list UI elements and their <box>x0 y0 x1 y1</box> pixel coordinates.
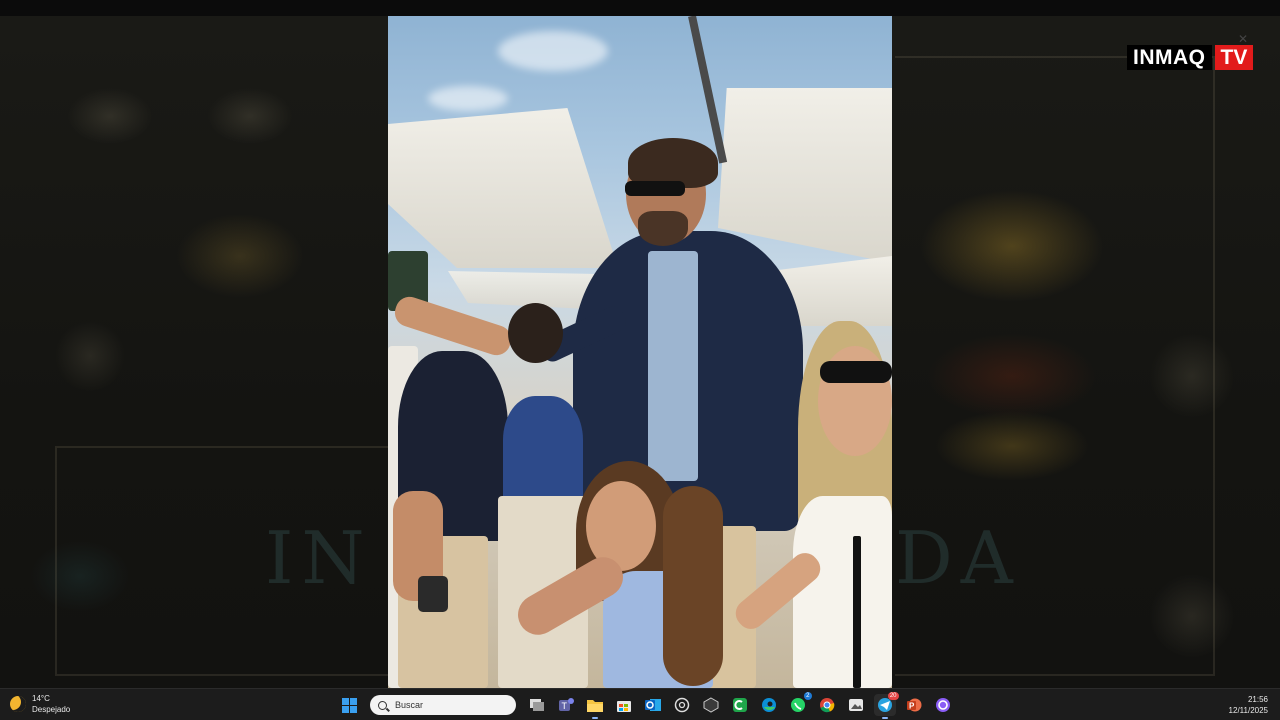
whatsapp-icon[interactable]: 2 <box>787 692 812 716</box>
search-placeholder: Buscar <box>395 700 424 710</box>
teams-icon[interactable]: T <box>555 694 577 716</box>
event-photo <box>388 16 892 688</box>
top-bar <box>0 0 1280 16</box>
telegram-badge: 20 <box>887 692 899 700</box>
moon-icon <box>10 696 26 712</box>
photo-app-icon[interactable] <box>845 694 867 716</box>
background-watermark-right: DA <box>895 516 1021 600</box>
logo-tv-text: TV <box>1214 45 1254 70</box>
logo-text: INMAQ <box>1127 45 1212 70</box>
outlook-icon[interactable] <box>642 694 664 716</box>
clock-time: 21:56 <box>1247 695 1268 704</box>
close-icon[interactable]: ✕ <box>1238 32 1248 46</box>
background-watermark-left: IN <box>265 516 373 600</box>
weather-widget[interactable]: 14°C Despejado <box>10 693 70 715</box>
search-box[interactable]: Buscar <box>370 695 516 715</box>
start-icon[interactable] <box>339 694 361 716</box>
circle-app-icon[interactable] <box>932 694 954 716</box>
powerpoint-icon[interactable]: P <box>903 694 925 716</box>
camtasia-icon[interactable] <box>729 694 751 716</box>
weather-temperature: 14°C <box>32 694 50 703</box>
clock-date: 12/11/2025 <box>1228 706 1268 715</box>
file-explorer-icon[interactable] <box>584 694 606 719</box>
weather-condition: Despejado <box>32 705 71 714</box>
system-clock[interactable]: 21:56 12/11/2025 <box>1229 694 1268 716</box>
search-icon <box>378 700 387 710</box>
task-view-icon[interactable] <box>526 694 548 716</box>
svg-text:T: T <box>561 701 567 711</box>
taskbar-apps: Buscar T 2 20 P <box>335 692 957 719</box>
channel-logo: INMAQ TV <box>1127 45 1254 70</box>
chatgpt-icon[interactable] <box>671 694 693 716</box>
edge-icon[interactable] <box>758 694 780 716</box>
telegram-icon[interactable]: 20 <box>873 692 899 719</box>
taskbar: 14°C Despejado Buscar T 2 20 P 21:56 12/… <box>0 688 1280 720</box>
chrome-icon[interactable] <box>816 694 838 716</box>
svg-text:P: P <box>909 702 915 711</box>
app-icon[interactable] <box>700 694 722 716</box>
whatsapp-badge: 2 <box>804 692 812 700</box>
video-frame: IN DA INMAQ TV ✕ <box>0 16 1280 688</box>
store-icon[interactable] <box>613 694 635 716</box>
